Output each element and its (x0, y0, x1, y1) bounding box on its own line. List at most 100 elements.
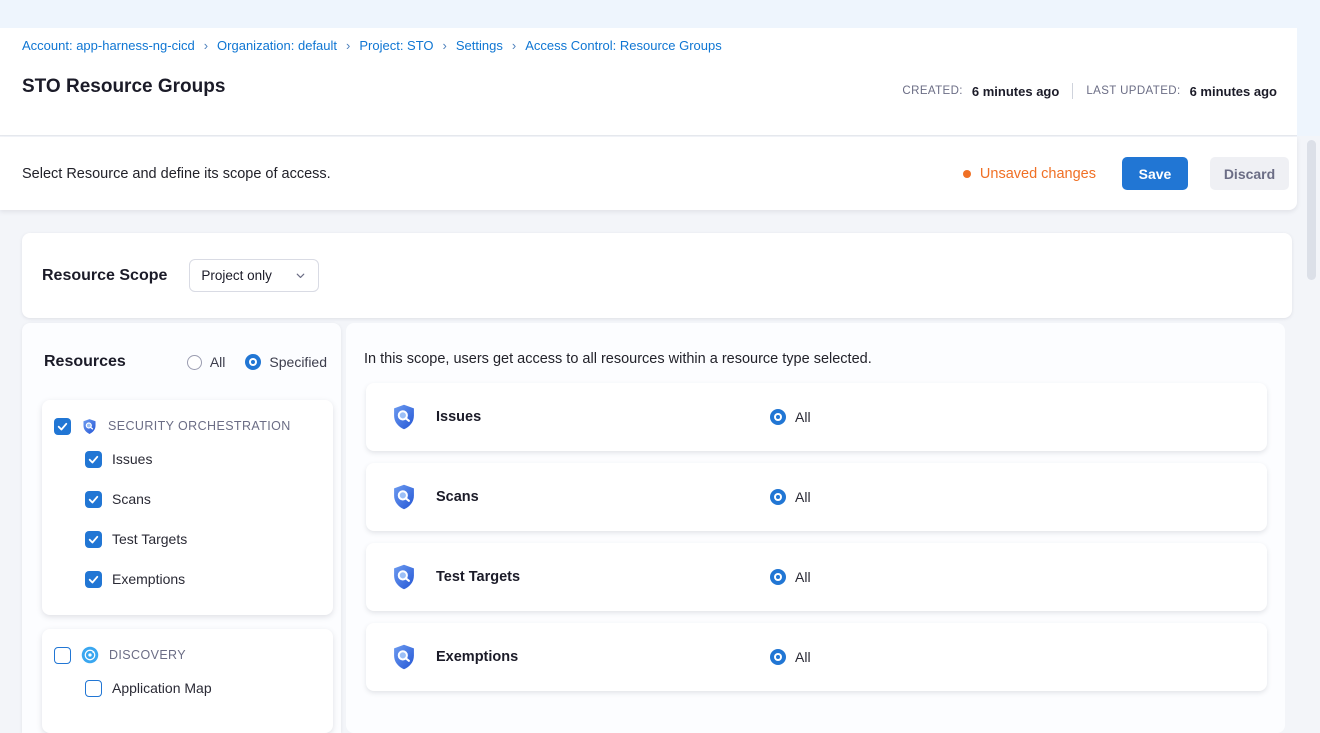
unsaved-changes-label: Unsaved changes (980, 166, 1096, 182)
created-label: CREATED: (902, 85, 963, 97)
created-value: 6 minutes ago (972, 84, 1059, 99)
discovery-checkbox[interactable] (54, 647, 71, 664)
resource-item-label: Test Targets (112, 531, 187, 547)
scrollbar-thumb[interactable] (1307, 140, 1316, 280)
breadcrumb-project-link[interactable]: Project: STO (359, 38, 433, 53)
group-header[interactable]: DISCOVERY (54, 642, 321, 668)
sto-shield-icon (390, 563, 418, 591)
resources-sidebar: Resources All Specified SECURITY ORCHEST… (22, 323, 341, 733)
sto-shield-icon (390, 643, 418, 671)
resource-row-test-targets: Test Targets All (366, 543, 1267, 611)
header-meta: CREATED: 6 minutes ago LAST UPDATED: 6 m… (902, 83, 1277, 99)
radio-selected[interactable] (770, 489, 786, 505)
breadcrumb-account-link[interactable]: Account: app-harness-ng-cicd (22, 38, 195, 53)
resource-group-security-orchestration: SECURITY ORCHESTRATION Issues Scans Test… (42, 400, 333, 615)
resources-sidebar-header: Resources All Specified (44, 353, 327, 371)
resource-group-discovery: DISCOVERY Application Map (42, 629, 333, 733)
exemptions-checkbox[interactable] (85, 571, 102, 588)
breadcrumb: Account: app-harness-ng-cicd › Organizat… (22, 38, 722, 53)
group-header[interactable]: SECURITY ORCHESTRATION (54, 413, 321, 439)
scans-checkbox[interactable] (85, 491, 102, 508)
meta-divider (1072, 83, 1073, 99)
chevron-right-icon: › (512, 38, 516, 53)
access-label: All (795, 409, 811, 425)
resources-title: Resources (44, 353, 126, 371)
resource-row-label: Exemptions (436, 649, 518, 665)
access-label: All (795, 569, 811, 585)
unsaved-dot-icon (963, 170, 971, 178)
unsaved-changes-indicator: Unsaved changes (963, 166, 1096, 182)
resource-scope-card: Resource Scope Project only (22, 233, 1292, 318)
issues-checkbox[interactable] (85, 451, 102, 468)
radio-option-all[interactable]: All (187, 354, 226, 370)
action-toolbar: Select Resource and define its scope of … (0, 137, 1297, 210)
resource-item-scans[interactable]: Scans (54, 479, 321, 519)
check-icon (87, 573, 100, 586)
resource-item-application-map[interactable]: Application Map (54, 668, 321, 708)
last-updated-label: LAST UPDATED: (1086, 85, 1180, 97)
breadcrumb-settings-link[interactable]: Settings (456, 38, 503, 53)
group-label: SECURITY ORCHESTRATION (108, 419, 291, 433)
resource-row-issues: Issues All (366, 383, 1267, 451)
radio-selected[interactable] (770, 409, 786, 425)
radio-specified-label: Specified (269, 354, 327, 370)
resource-row-label: Scans (436, 489, 479, 505)
resource-scope-label: Resource Scope (42, 267, 167, 285)
breadcrumb-organization-link[interactable]: Organization: default (217, 38, 337, 53)
chevron-right-icon: › (443, 38, 447, 53)
sto-shield-icon (390, 403, 418, 431)
toolbar-actions: Unsaved changes Save Discard (963, 157, 1289, 190)
resource-item-label: Application Map (112, 680, 212, 696)
check-icon (87, 493, 100, 506)
resource-mode-radios: All Specified (187, 354, 327, 370)
access-radio-all[interactable]: All (770, 649, 811, 665)
resource-row-label: Test Targets (436, 569, 520, 585)
radio-option-specified[interactable]: Specified (245, 354, 327, 370)
access-radio-all[interactable]: All (770, 489, 811, 505)
resource-row-label: Issues (436, 409, 481, 425)
page-title: STO Resource Groups (22, 76, 225, 98)
test-targets-checkbox[interactable] (85, 531, 102, 548)
top-strip (0, 0, 1320, 28)
radio-specified-selected[interactable] (245, 354, 261, 370)
right-gutter (1297, 28, 1320, 136)
discovery-icon (81, 646, 99, 664)
group-label: DISCOVERY (109, 648, 186, 662)
access-label: All (795, 489, 811, 505)
radio-selected[interactable] (770, 649, 786, 665)
resource-item-label: Exemptions (112, 571, 185, 587)
toolbar-description: Select Resource and define its scope of … (22, 166, 331, 182)
breadcrumb-resource-groups-link[interactable]: Access Control: Resource Groups (525, 38, 722, 53)
last-updated-value: 6 minutes ago (1190, 84, 1277, 99)
sto-shield-icon (81, 418, 98, 435)
chevron-right-icon: › (346, 38, 350, 53)
resource-item-exemptions[interactable]: Exemptions (54, 559, 321, 599)
resource-row-scans: Scans All (366, 463, 1267, 531)
application-map-checkbox[interactable] (85, 680, 102, 697)
resource-item-label: Issues (112, 451, 152, 467)
discard-button[interactable]: Discard (1210, 157, 1289, 190)
resource-item-label: Scans (112, 491, 151, 507)
chevron-down-icon (294, 269, 307, 282)
radio-all-unselected[interactable] (187, 355, 202, 370)
access-label: All (795, 649, 811, 665)
resource-scope-selected-value: Project only (201, 268, 272, 283)
scope-description: In this scope, users get access to all r… (364, 351, 872, 367)
resource-item-test-targets[interactable]: Test Targets (54, 519, 321, 559)
check-icon (56, 420, 69, 433)
sto-shield-icon (390, 483, 418, 511)
resource-scope-select[interactable]: Project only (189, 259, 319, 292)
chevron-right-icon: › (204, 38, 208, 53)
access-radio-all[interactable]: All (770, 569, 811, 585)
resource-item-issues[interactable]: Issues (54, 439, 321, 479)
resource-row-exemptions: Exemptions All (366, 623, 1267, 691)
check-icon (87, 533, 100, 546)
save-button[interactable]: Save (1122, 157, 1188, 190)
access-radio-all[interactable]: All (770, 409, 811, 425)
page-header: Account: app-harness-ng-cicd › Organizat… (0, 28, 1297, 136)
check-icon (87, 453, 100, 466)
scope-detail-panel: In this scope, users get access to all r… (346, 323, 1285, 733)
radio-selected[interactable] (770, 569, 786, 585)
radio-all-label: All (210, 354, 226, 370)
security-orchestration-checkbox[interactable] (54, 418, 71, 435)
